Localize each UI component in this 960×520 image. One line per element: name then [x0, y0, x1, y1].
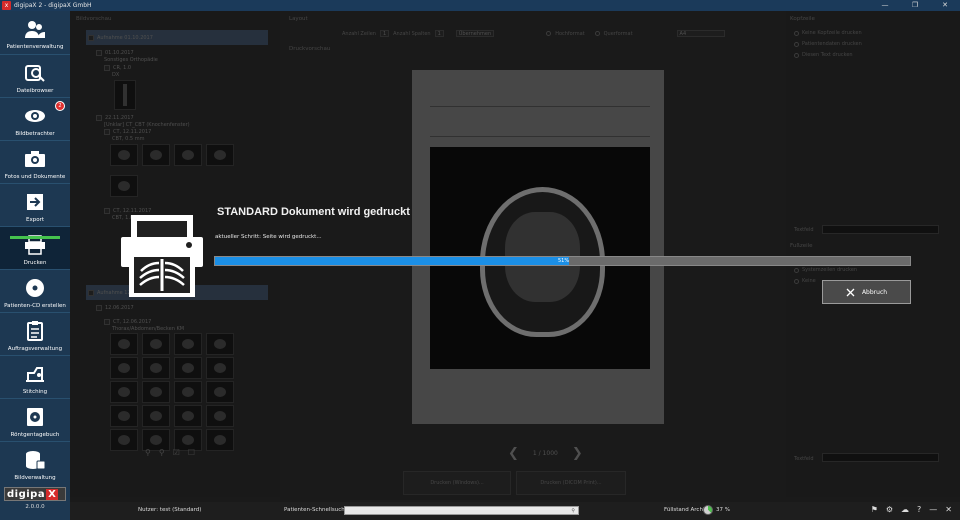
camera-icon	[24, 149, 46, 169]
abort-button[interactable]: Abbruch	[822, 280, 911, 304]
app-logo-icon: x	[2, 1, 11, 10]
print-progress-indicator	[10, 236, 60, 239]
brand-logo: digipa X 2.0.0.0	[4, 487, 66, 517]
dialog-title: STANDARD Dokument wird gedruckt	[217, 206, 410, 218]
sidebar-item-label: Auftragsverwaltung	[7, 346, 63, 352]
close-app-icon[interactable]: ✕	[945, 505, 952, 514]
close-icon[interactable]: ✕	[930, 0, 960, 11]
sidebar-item-label: Stitching	[22, 389, 48, 395]
sidebar-item-label: Fotos und Dokumente	[4, 174, 66, 180]
status-bar: Nutzer: test (Standard) Patienten-Schnel…	[70, 502, 960, 520]
sidebar-item-label: Bildbetrachter	[15, 131, 55, 137]
help-icon[interactable]: ?	[917, 505, 921, 514]
cd-icon	[24, 278, 46, 298]
sidebar-item-stitching[interactable]: Stitching	[0, 356, 70, 398]
sidebar-item-drucken[interactable]: Drucken	[0, 227, 70, 269]
database-icon	[24, 450, 46, 470]
sidebar: Patientenverwaltung Dateibrowser Bildbet…	[0, 11, 70, 520]
minimize-icon[interactable]: —	[870, 0, 900, 11]
progress-percent-text: 51%	[558, 258, 570, 264]
stitching-icon	[24, 364, 46, 384]
user-status: Nutzer: test (Standard)	[138, 507, 202, 513]
sidebar-item-fotos-und-dokumente[interactable]: Fotos und Dokumente	[0, 141, 70, 183]
sidebar-item-label: Bildverwaltung	[14, 475, 56, 481]
window-title: digipaX 2 - digipaX GmbH	[14, 2, 92, 9]
sidebar-item-label: Export	[25, 217, 44, 223]
sidebar-item-roentgentagebuch[interactable]: Röntgentagebuch	[0, 399, 70, 441]
sidebar-item-bildbetrachter[interactable]: Bildbetrachter 2	[0, 98, 70, 140]
sidebar-item-patientenverwaltung[interactable]: Patientenverwaltung	[0, 11, 70, 53]
sidebar-item-export[interactable]: Export	[0, 184, 70, 226]
minimize-app-icon[interactable]: —	[929, 505, 937, 514]
dialog-step-text: aktueller Schritt: Seite wird gedruckt..…	[215, 234, 322, 240]
eye-icon	[24, 106, 46, 126]
sidebar-item-label: Patientenverwaltung	[6, 44, 64, 50]
digipax-logo: digipa X	[4, 487, 66, 501]
radiation-icon	[24, 407, 46, 427]
patients-icon	[24, 19, 46, 39]
printer-xray-icon	[119, 213, 205, 299]
status-icons: ⚑ ⚙ ☁ ? — ✕	[871, 505, 952, 514]
archive-usage-icon	[703, 505, 713, 515]
abort-label: Abbruch	[861, 288, 888, 296]
sidebar-item-patienten-cd-erstellen[interactable]: Patienten-CD erstellen	[0, 270, 70, 312]
title-bar: x digipaX 2 - digipaX GmbH — ❐ ✕	[0, 0, 960, 11]
version-label: 2.0.0.0	[25, 504, 45, 510]
sidebar-item-dateibrowser[interactable]: Dateibrowser	[0, 55, 70, 97]
window-controls: — ❐ ✕	[870, 0, 960, 11]
restore-icon[interactable]: ❐	[900, 0, 930, 11]
file-browser-icon	[24, 63, 46, 83]
search-icon[interactable]: ⚲	[571, 508, 575, 514]
sidebar-item-bildverwaltung[interactable]: Bildverwaltung	[0, 442, 70, 484]
export-icon	[24, 192, 46, 212]
progress-fill	[215, 257, 570, 265]
clipboard-icon	[24, 321, 46, 341]
sidebar-item-label: Dateibrowser	[16, 88, 54, 94]
sidebar-item-label: Röntgentagebuch	[10, 432, 60, 438]
archive-percent: 37 %	[716, 507, 730, 513]
quick-search-label: Patienten-Schnellsuche:	[284, 507, 351, 513]
patient-quick-search-input[interactable]: ⚲	[344, 506, 579, 515]
cloud-icon[interactable]: ☁	[901, 505, 909, 514]
sidebar-item-label: Drucken	[23, 260, 47, 266]
close-x-icon	[846, 288, 855, 296]
sidebar-item-auftragsverwaltung[interactable]: Auftragsverwaltung	[0, 313, 70, 355]
print-progress-bar: 51%	[214, 256, 911, 266]
settings-icon[interactable]: ⚙	[886, 505, 893, 514]
notification-icon[interactable]: ⚑	[871, 505, 878, 514]
notification-badge: 2	[55, 101, 65, 111]
sidebar-item-label: Patienten-CD erstellen	[4, 303, 66, 309]
